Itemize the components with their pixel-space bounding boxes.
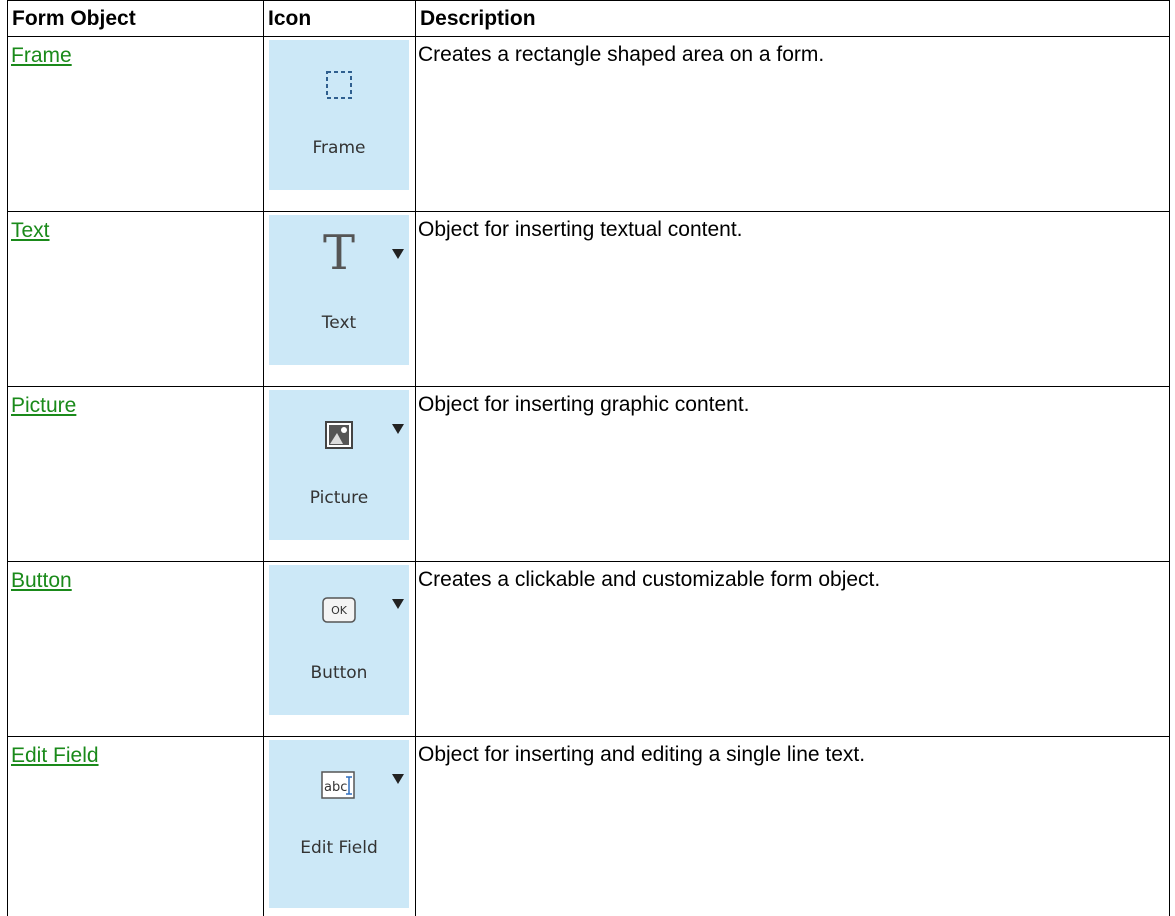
text-tile-label: Text bbox=[269, 313, 409, 333]
text-icon: T bbox=[319, 231, 359, 271]
picture-icon bbox=[319, 415, 359, 455]
edit-field-icon-text: abc bbox=[324, 780, 347, 795]
table-row: Edit Field abc Edit Field Object for ins… bbox=[8, 737, 1170, 916]
button-icon: OK bbox=[319, 590, 359, 630]
chevron-down-icon[interactable] bbox=[392, 774, 404, 784]
button-link[interactable]: Button bbox=[11, 569, 72, 592]
header-form-object: Form Object bbox=[8, 1, 264, 37]
edit-field-link[interactable]: Edit Field bbox=[11, 744, 99, 767]
edit-field-tile-label: Edit Field bbox=[269, 838, 409, 858]
picture-tile-label: Picture bbox=[269, 488, 409, 508]
button-tile: OK Button bbox=[269, 565, 409, 715]
edit-field-description: Object for inserting and editing a singl… bbox=[416, 737, 1170, 916]
table-row: Text T Text Object for inserting textual… bbox=[8, 212, 1170, 387]
text-description: Object for inserting textual content. bbox=[416, 212, 1170, 387]
button-description: Creates a clickable and customizable for… bbox=[416, 562, 1170, 737]
frame-tile-label: Frame bbox=[269, 138, 409, 158]
frame-icon bbox=[319, 65, 359, 105]
button-tile-label: Button bbox=[269, 663, 409, 683]
table-row: Picture Picture Object for inserting gra… bbox=[8, 387, 1170, 562]
header-icon: Icon bbox=[264, 1, 416, 37]
table-header-row: Form Object Icon Description bbox=[8, 1, 1170, 37]
frame-tile: Frame bbox=[269, 40, 409, 190]
chevron-down-icon[interactable] bbox=[392, 599, 404, 609]
form-objects-table: Form Object Icon Description Frame Frame… bbox=[7, 0, 1170, 916]
picture-description: Object for inserting graphic content. bbox=[416, 387, 1170, 562]
edit-field-icon: abc bbox=[319, 765, 359, 805]
edit-field-tile: abc Edit Field bbox=[269, 740, 409, 908]
chevron-down-icon[interactable] bbox=[392, 249, 404, 259]
header-description: Description bbox=[416, 1, 1170, 37]
text-tile: T Text bbox=[269, 215, 409, 365]
button-icon-text: OK bbox=[331, 604, 348, 617]
picture-link[interactable]: Picture bbox=[11, 394, 76, 417]
table-row: Button OK Button Creates a clickable and… bbox=[8, 562, 1170, 737]
picture-tile: Picture bbox=[269, 390, 409, 540]
frame-description: Creates a rectangle shaped area on a for… bbox=[416, 37, 1170, 212]
frame-link[interactable]: Frame bbox=[11, 44, 72, 67]
text-link[interactable]: Text bbox=[11, 219, 50, 242]
table-row: Frame Frame Creates a rectangle shaped a… bbox=[8, 37, 1170, 212]
svg-text:T: T bbox=[323, 229, 355, 273]
chevron-down-icon[interactable] bbox=[392, 424, 404, 434]
